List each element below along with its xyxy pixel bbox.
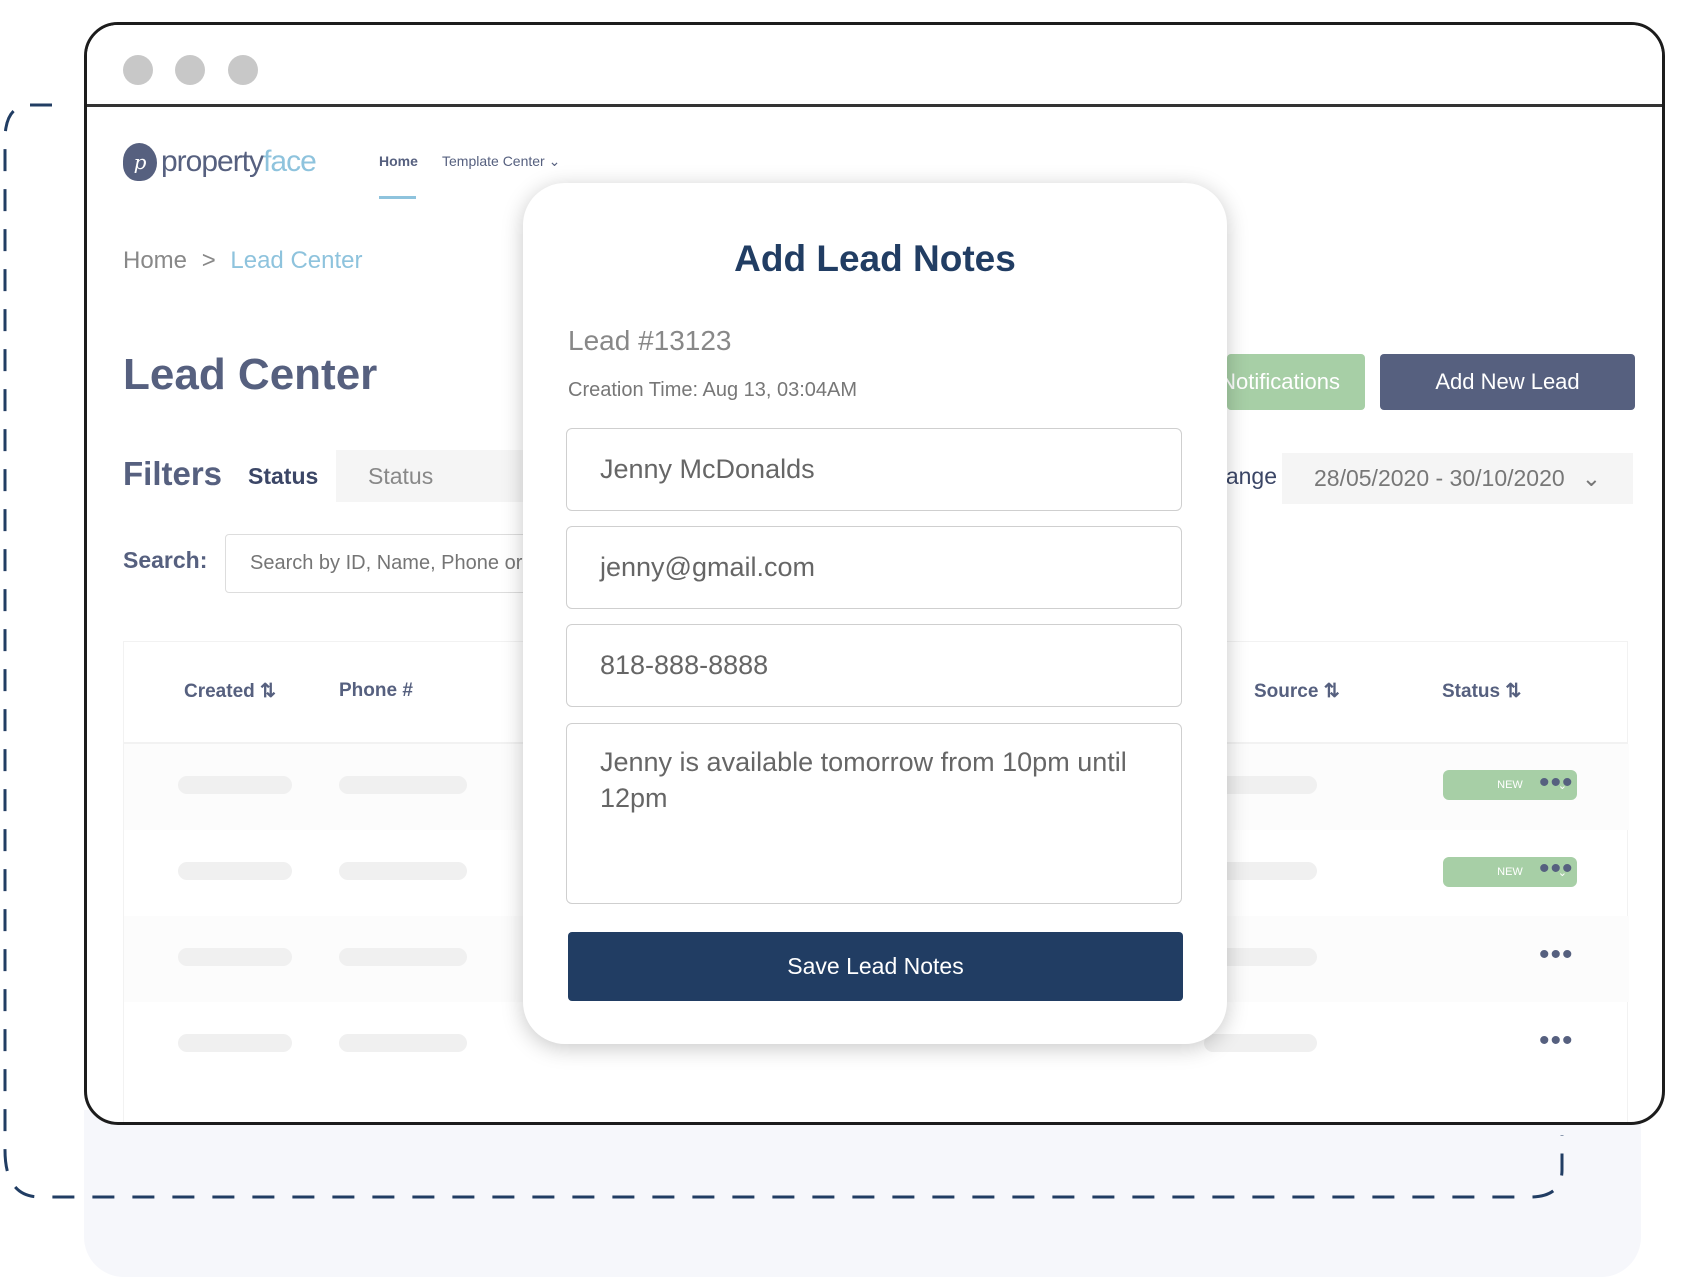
email-field[interactable]: jenny@gmail.com	[566, 526, 1182, 609]
logo[interactable]: p propertyface	[123, 143, 317, 181]
nav-home[interactable]: Home	[379, 153, 418, 169]
notifications-button[interactable]: Notifications	[1227, 354, 1365, 410]
modal-title: Add Lead Notes	[734, 238, 1016, 279]
sort-icon: ⇅	[260, 681, 276, 702]
column-phone[interactable]: Phone #	[339, 680, 413, 702]
add-new-lead-button[interactable]: Add New Lead	[1380, 354, 1635, 410]
name-field[interactable]: Jenny McDonalds	[566, 428, 1182, 511]
lead-id: Lead #13123	[568, 325, 732, 356]
breadcrumb: Home > Lead Center	[123, 247, 363, 274]
column-status[interactable]: Status ⇅	[1442, 680, 1521, 703]
search-label: Search:	[123, 547, 208, 573]
save-lead-notes-button[interactable]: Save Lead Notes	[568, 932, 1183, 1001]
sort-icon: ⇅	[1323, 681, 1340, 702]
nav-active-underline	[379, 196, 416, 199]
window-minimize-dot[interactable]	[175, 55, 205, 85]
filters-label: Filters	[123, 455, 223, 492]
phone-field[interactable]: 818-888-8888	[566, 624, 1182, 707]
breadcrumb-current: Lead Center	[230, 247, 363, 274]
more-options-icon[interactable]: •••	[1539, 854, 1574, 884]
window-maximize-dot[interactable]	[228, 55, 258, 85]
title-bar	[87, 25, 1662, 107]
logo-mark: p	[123, 143, 157, 181]
nav-template-center[interactable]: Template Center ⌄	[442, 153, 560, 170]
chevron-down-icon: ⌄	[548, 153, 561, 169]
breadcrumb-home[interactable]: Home	[123, 247, 187, 274]
chevron-down-icon: ⌄	[1581, 465, 1601, 491]
column-created[interactable]: Created ⇅	[184, 680, 276, 703]
page-title: Lead Center	[123, 350, 378, 399]
creation-time: Creation Time: Aug 13, 03:04AM	[568, 379, 858, 401]
date-range-select[interactable]: 28/05/2020 - 30/10/2020 ⌄	[1282, 453, 1633, 504]
column-source[interactable]: Source ⇅	[1254, 680, 1340, 703]
more-options-icon[interactable]: •••	[1539, 768, 1574, 798]
notes-textarea[interactable]: Jenny is available tomorrow from 10pm un…	[566, 723, 1182, 904]
more-options-icon[interactable]: •••	[1539, 1026, 1574, 1056]
window-close-dot[interactable]	[123, 55, 153, 85]
more-options-icon[interactable]: •••	[1539, 940, 1574, 970]
status-filter-select[interactable]: Status	[336, 450, 536, 502]
sort-icon: ⇅	[1505, 681, 1522, 702]
status-filter-label: Status	[248, 463, 319, 489]
add-lead-notes-modal: Add Lead Notes Lead #13123 Creation Time…	[523, 183, 1227, 1044]
